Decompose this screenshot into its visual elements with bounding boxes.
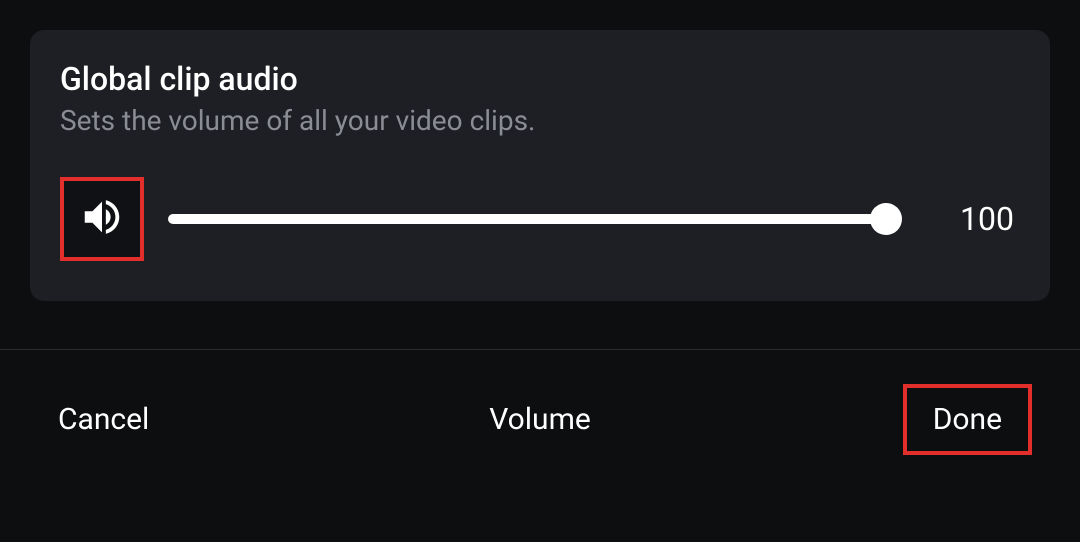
volume-slider-row: 100 xyxy=(60,177,1020,261)
volume-value: 100 xyxy=(930,200,1020,238)
volume-slider[interactable] xyxy=(168,214,886,224)
volume-slider-knob[interactable] xyxy=(870,203,902,235)
global-audio-panel: Global clip audio Sets the volume of all… xyxy=(30,30,1050,301)
cancel-button[interactable]: Cancel xyxy=(58,402,149,437)
done-button[interactable]: Done xyxy=(903,384,1032,455)
speaker-icon xyxy=(79,194,125,244)
panel-title: Global clip audio xyxy=(60,60,1020,98)
footer-bar: Cancel Volume Done xyxy=(0,350,1080,455)
footer-title: Volume xyxy=(489,402,591,437)
panel-subtitle: Sets the volume of all your video clips. xyxy=(60,104,1020,137)
mute-toggle-button[interactable] xyxy=(60,177,144,261)
